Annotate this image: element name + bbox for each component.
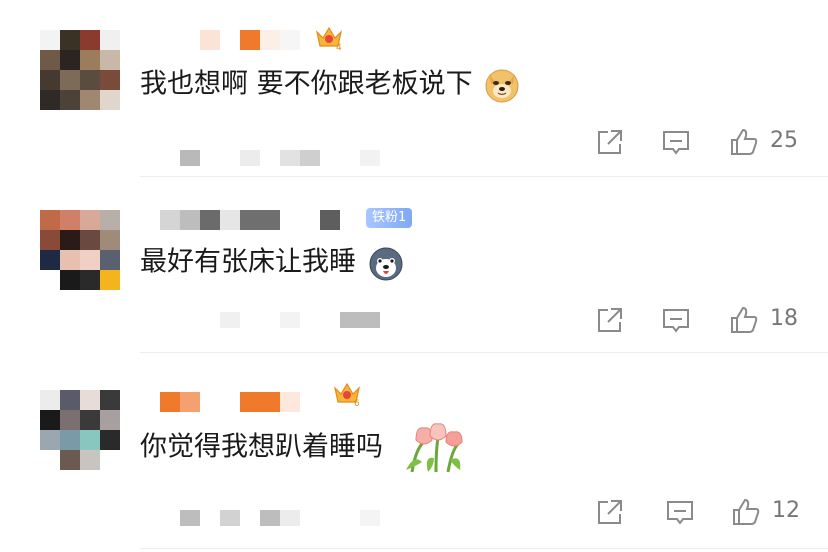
comment-icon[interactable] — [664, 496, 696, 528]
comment-text-content: 你觉得我想趴着睡吗 — [140, 431, 383, 463]
thumbs-up-icon[interactable] — [728, 126, 760, 158]
fan-badge: 铁粉1 — [366, 208, 413, 228]
comment-item: 6 你觉得我想趴着睡吗 12 — [0, 354, 828, 552]
doge-emoji-icon — [485, 69, 519, 103]
thumbs-up-icon[interactable] — [728, 304, 760, 336]
comment-actions: 25 — [590, 126, 810, 158]
share-icon[interactable] — [594, 126, 626, 158]
comment-item: 4 我也想啊 要不你跟老板说下 25 — [0, 0, 828, 178]
username[interactable] — [140, 392, 340, 414]
badge-level: 6 — [354, 399, 360, 408]
divider — [140, 176, 828, 177]
comment-text: 最好有张床让我睡 — [140, 244, 405, 282]
avatar[interactable] — [40, 210, 120, 290]
share-icon[interactable] — [594, 496, 626, 528]
badge-level: 4 — [336, 43, 342, 52]
comment-icon[interactable] — [660, 304, 692, 336]
comment-item: 铁粉1 最好有张床让我睡 18 — [0, 178, 828, 354]
comment-text: 你觉得我想趴着睡吗 — [140, 422, 468, 474]
avatar[interactable] — [40, 30, 120, 110]
tulip-emoji-icon — [405, 423, 463, 473]
comment-text: 我也想啊 要不你跟老板说下 — [140, 66, 521, 104]
comment-actions: 18 — [590, 304, 810, 336]
comment-text-content: 最好有张床让我睡 — [140, 246, 356, 278]
like-count: 25 — [770, 128, 798, 153]
username[interactable] — [140, 210, 360, 232]
username[interactable] — [140, 30, 340, 52]
crown-badge-icon: 4 — [315, 26, 343, 52]
comment-text-content: 我也想啊 要不你跟老板说下 — [140, 68, 473, 100]
share-icon[interactable] — [594, 304, 626, 336]
divider — [140, 352, 828, 353]
comment-actions: 12 — [590, 496, 810, 528]
avatar[interactable] — [40, 390, 120, 470]
divider — [140, 548, 828, 549]
like-count: 18 — [770, 306, 798, 331]
thumbs-up-icon[interactable] — [730, 496, 762, 528]
husky-emoji-icon — [369, 247, 403, 281]
crown-badge-icon: 6 — [333, 382, 361, 408]
like-count: 12 — [772, 498, 800, 523]
comment-icon[interactable] — [660, 126, 692, 158]
